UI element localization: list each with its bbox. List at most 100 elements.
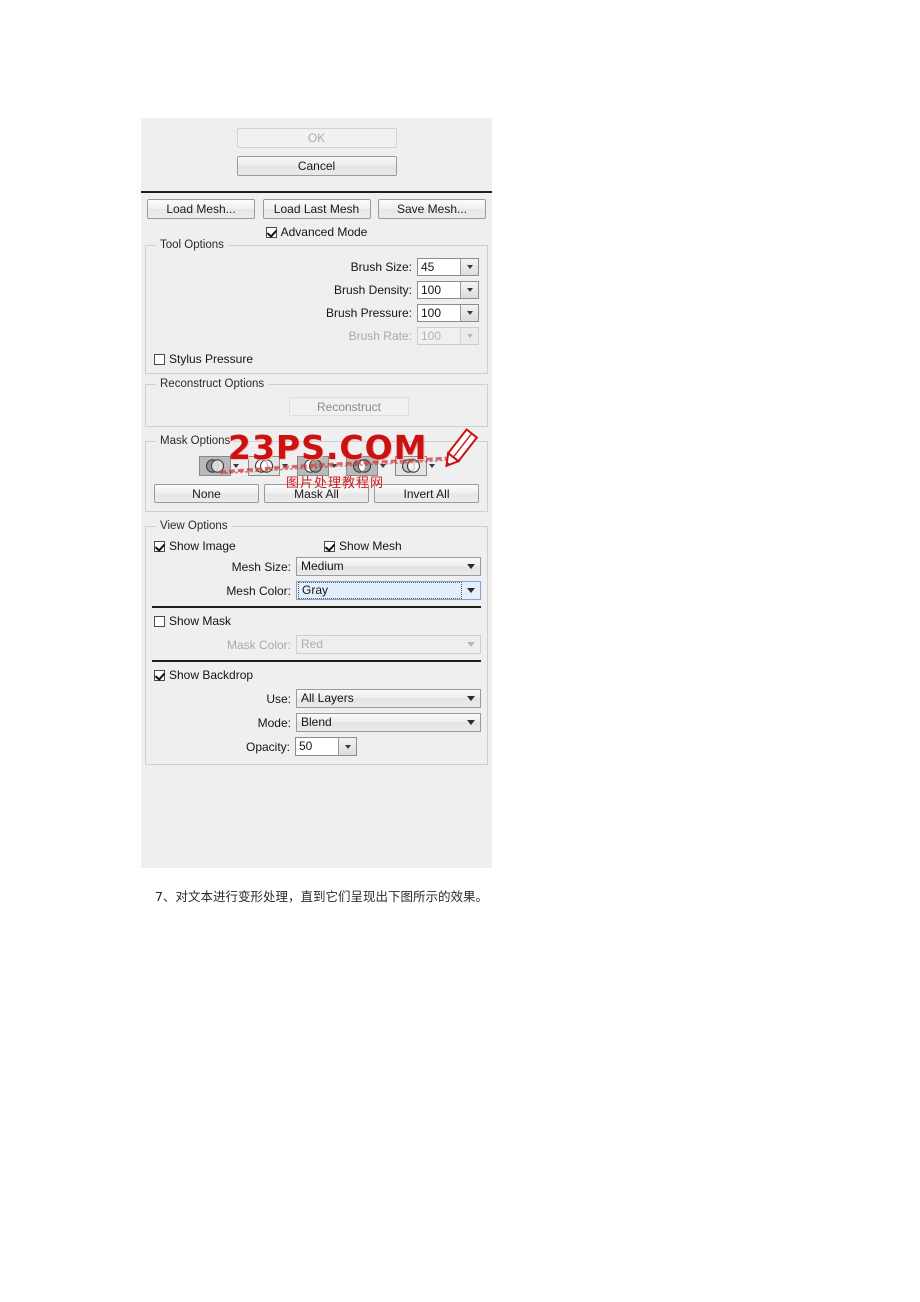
backdrop-use-dropdown-arrow[interactable] [462,696,480,701]
mask-color-value: Red [301,637,324,651]
show-backdrop-checkbox[interactable] [154,669,165,681]
view-options-legend: View Options [156,520,232,532]
chevron-down-icon[interactable] [281,464,288,468]
save-mesh-button[interactable]: Save Mesh... [378,199,486,219]
advanced-mode-label: Advanced Mode [280,225,368,239]
reconstruct-options-group: Reconstruct Options Reconstruct [145,378,488,427]
backdrop-mode-dropdown-arrow[interactable] [462,720,480,725]
mask-mode-subtract[interactable] [296,456,337,476]
brush-density-label: Brush Density: [333,283,412,297]
show-image-label: Show Image [169,539,236,553]
chevron-down-icon[interactable] [232,464,239,468]
brush-pressure-label: Brush Pressure: [325,306,412,320]
backdrop-opacity-input[interactable]: 50 [295,737,357,756]
replace-selection-icon[interactable] [198,456,231,476]
mask-options-group: Mask Options None Mask All Invert All [145,435,488,512]
cancel-button[interactable]: Cancel [236,156,397,176]
mask-color-dropdown-arrow [462,642,480,647]
chevron-down-icon[interactable] [330,464,337,468]
show-image-checkbox-row[interactable]: Show Image [154,539,324,553]
tool-options-group: Tool Options Brush Size: 45 Brush Densit… [145,239,488,374]
brush-pressure-dropdown-arrow[interactable] [460,305,478,321]
reconstruct-options-legend: Reconstruct Options [156,378,269,390]
mask-mode-replace[interactable] [198,456,239,476]
backdrop-opacity-label: Opacity: [245,739,290,754]
mask-mode-add[interactable] [247,456,288,476]
mesh-color-label: Mesh Color: [226,583,291,598]
view-options-divider-2 [152,660,481,662]
mask-mode-invert[interactable] [394,456,435,476]
tool-options-legend: Tool Options [156,239,228,251]
mesh-color-value: Gray [298,582,462,599]
backdrop-opacity-row: Opacity: 50 [152,737,481,756]
brush-pressure-input[interactable]: 100 [417,304,479,322]
mesh-size-value: Medium [301,559,344,573]
mesh-color-dropdown[interactable]: Gray [296,581,481,600]
backdrop-mode-row: Mode: Blend [152,713,481,732]
chevron-down-icon[interactable] [379,464,386,468]
mask-color-row: Mask Color: Red [152,635,481,654]
backdrop-use-value: All Layers [301,691,354,705]
reconstruct-row: Reconstruct [154,397,479,416]
brush-density-dropdown-arrow[interactable] [460,282,478,298]
mask-mode-intersect[interactable] [345,456,386,476]
show-mesh-checkbox[interactable] [324,540,335,552]
mesh-size-dropdown[interactable]: Medium [296,557,481,576]
backdrop-opacity-dropdown-arrow[interactable] [338,738,356,755]
show-image-checkbox[interactable] [154,540,165,552]
mesh-color-dropdown-arrow[interactable] [462,588,480,593]
view-options-divider-1 [152,606,481,608]
show-mask-checkbox-row[interactable]: Show Mask [152,614,481,628]
mesh-size-dropdown-arrow[interactable] [462,564,480,569]
brush-density-value: 100 [421,283,442,297]
backdrop-mode-label: Mode: [257,715,291,730]
mask-options-legend: Mask Options [156,435,235,447]
show-backdrop-label: Show Backdrop [169,668,254,682]
stylus-pressure-checkbox[interactable] [154,353,165,365]
step-caption: 7、对文本进行变形处理，直到它们呈现出下图所示的效果。 [155,889,488,904]
brush-density-input[interactable]: 100 [417,281,479,299]
view-options-group: View Options Show Image Show Mesh Mesh S… [145,520,488,765]
mask-mode-icons-row [150,450,483,484]
mask-invert-all-button[interactable]: Invert All [374,484,479,503]
backdrop-mode-value: Blend [301,715,332,729]
brush-size-input[interactable]: 45 [417,258,479,276]
backdrop-use-dropdown[interactable]: All Layers [296,689,481,708]
brush-rate-row: Brush Rate: 100 [154,327,479,345]
mask-color-label: Mask Color: [226,637,291,652]
backdrop-use-label: Use: [266,691,291,706]
brush-pressure-row: Brush Pressure: 100 [154,304,479,322]
backdrop-mode-dropdown[interactable]: Blend [296,713,481,732]
stylus-pressure-checkbox-row[interactable]: Stylus Pressure [154,352,479,366]
mesh-size-label: Mesh Size: [231,559,291,574]
invert-selection-icon[interactable] [394,456,427,476]
mask-all-button[interactable]: Mask All [264,484,369,503]
intersect-with-selection-icon[interactable] [345,456,378,476]
backdrop-use-row: Use: All Layers [152,689,481,708]
backdrop-opacity-value: 50 [299,739,313,753]
mask-color-dropdown: Red [296,635,481,654]
load-last-mesh-button[interactable]: Load Last Mesh [262,199,371,219]
mesh-size-row: Mesh Size: Medium [152,557,481,576]
brush-size-dropdown-arrow[interactable] [460,259,478,275]
mask-none-button[interactable]: None [154,484,259,503]
brush-density-row: Brush Density: 100 [154,281,479,299]
show-backdrop-checkbox-row[interactable]: Show Backdrop [152,668,481,682]
brush-rate-input: 100 [417,327,479,345]
show-mesh-checkbox-row[interactable]: Show Mesh [324,539,402,553]
advanced-mode-checkbox[interactable] [265,226,277,238]
stylus-pressure-label: Stylus Pressure [169,352,254,366]
brush-pressure-value: 100 [421,306,442,320]
brush-size-row: Brush Size: 45 [154,258,479,276]
add-to-selection-icon[interactable] [247,456,280,476]
chevron-down-icon[interactable] [428,464,435,468]
subtract-from-selection-icon[interactable] [296,456,329,476]
show-mask-checkbox[interactable] [154,615,165,627]
mesh-color-row: Mesh Color: Gray [152,581,481,600]
ok-button[interactable]: OK [236,128,397,148]
dialog-action-area: OK Cancel [141,118,492,193]
brush-rate-value: 100 [421,329,442,343]
mask-action-buttons-row: None Mask All Invert All [150,484,483,507]
load-mesh-button[interactable]: Load Mesh... [147,199,255,219]
reconstruct-button[interactable]: Reconstruct [289,397,409,416]
